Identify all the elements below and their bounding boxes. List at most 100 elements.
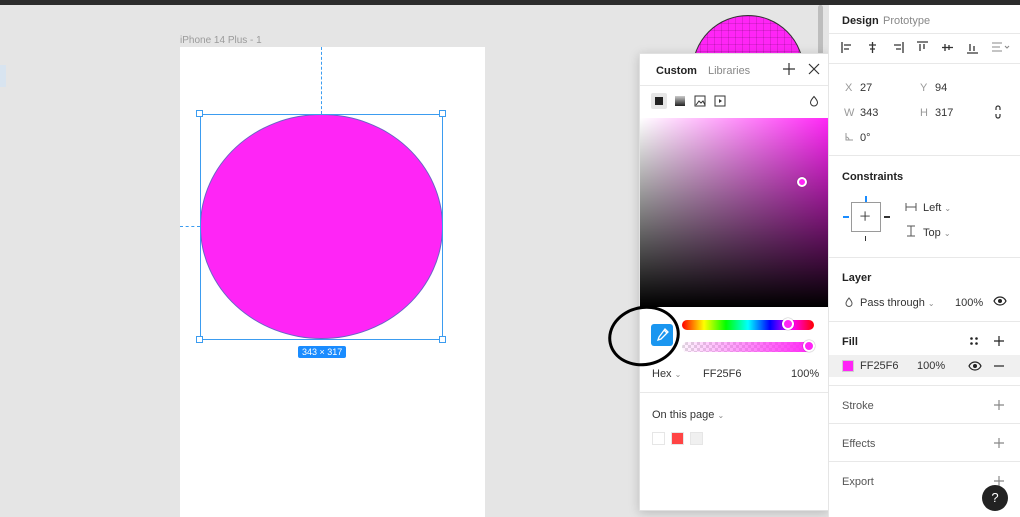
- x-input[interactable]: 27: [860, 82, 872, 94]
- on-this-page-label: On this page: [652, 409, 715, 421]
- image-fill-icon: [694, 95, 706, 107]
- eyedropper-button[interactable]: [651, 324, 673, 346]
- eye-icon[interactable]: [993, 295, 1007, 307]
- divider: [829, 155, 1020, 156]
- tab-libraries[interactable]: Libraries: [708, 65, 750, 77]
- fill-row[interactable]: FF25F6 100%: [829, 355, 1020, 377]
- y-input[interactable]: 94: [935, 82, 947, 94]
- divider: [829, 33, 1020, 34]
- constraint-widget[interactable]: [851, 202, 881, 232]
- image-fill-button[interactable]: [692, 93, 708, 109]
- divider: [829, 63, 1020, 64]
- divider: [829, 423, 1020, 424]
- chevron-down-icon: ⌄: [944, 204, 952, 213]
- hex-input[interactable]: FF25F6: [703, 368, 742, 380]
- vertical-guide: [321, 47, 322, 114]
- help-button[interactable]: ?: [982, 485, 1008, 511]
- divider: [829, 461, 1020, 462]
- constraint-top-marker[interactable]: [865, 196, 867, 202]
- layer-title: Layer: [842, 272, 872, 284]
- align-bottom-icon[interactable]: [966, 41, 979, 54]
- hue-slider[interactable]: [682, 320, 814, 330]
- divider: [829, 321, 1020, 322]
- selection-box: [200, 114, 443, 340]
- horizontal-guide: [180, 226, 200, 227]
- chevron-down-icon: ⌄: [674, 370, 682, 379]
- opacity-slider-thumb[interactable]: [803, 340, 815, 352]
- page-swatch-white[interactable]: [652, 432, 665, 445]
- constraints-title: Constraints: [842, 171, 904, 183]
- rotation-input[interactable]: 0°: [860, 132, 871, 144]
- constraint-right-marker[interactable]: [884, 216, 890, 218]
- fill-color-swatch[interactable]: [842, 360, 854, 372]
- plus-icon[interactable]: [782, 62, 796, 76]
- align-right-icon[interactable]: [891, 41, 904, 54]
- gradient-fill-button[interactable]: [672, 93, 688, 109]
- fill-type-row: [640, 86, 828, 116]
- align-left-icon[interactable]: [841, 41, 854, 54]
- constrain-proportions-icon[interactable]: [993, 104, 1003, 120]
- hue-slider-thumb[interactable]: [782, 318, 794, 330]
- resize-handle-bottom-left[interactable]: [196, 336, 203, 343]
- vertical-constraint-select[interactable]: Top ⌄: [923, 227, 951, 239]
- vertical-constraint-icon: [907, 225, 915, 237]
- layer-opacity-input[interactable]: 100%: [955, 297, 983, 309]
- stroke-title: Stroke: [842, 400, 874, 412]
- fill-hex-input[interactable]: FF25F6: [860, 360, 899, 372]
- color-thumb[interactable]: [797, 177, 807, 187]
- color-mode-label: Hex: [652, 368, 672, 380]
- horizontal-constraint-select[interactable]: Left ⌄: [923, 202, 951, 214]
- align-top-icon[interactable]: [916, 41, 929, 54]
- picker-header: Custom Libraries: [640, 54, 828, 86]
- styles-grid-icon[interactable]: [969, 336, 979, 346]
- eyedropper-icon: [656, 328, 669, 342]
- align-vertical-center-icon[interactable]: [941, 41, 954, 54]
- chevron-down-icon: ⌄: [943, 229, 951, 238]
- add-fill-icon[interactable]: [993, 335, 1005, 347]
- chevron-down-icon: ⌄: [927, 299, 935, 308]
- distribute-menu-icon[interactable]: [991, 41, 1011, 54]
- y-label: Y: [920, 82, 928, 94]
- add-stroke-icon[interactable]: [993, 399, 1005, 411]
- tab-prototype[interactable]: Prototype: [883, 15, 930, 27]
- add-effect-icon[interactable]: [993, 437, 1005, 449]
- saturation-brightness-picker[interactable]: [640, 118, 830, 307]
- size-badge: 343 × 317: [298, 346, 347, 358]
- close-icon[interactable]: [807, 62, 821, 76]
- align-horizontal-center-icon[interactable]: [866, 41, 879, 54]
- video-fill-button[interactable]: [712, 93, 728, 109]
- remove-fill-icon[interactable]: [993, 360, 1005, 372]
- eye-icon[interactable]: [968, 360, 982, 372]
- color-mode-select[interactable]: Hex ⌄: [652, 368, 681, 380]
- layer-highlight: [0, 65, 6, 87]
- divider: [640, 392, 830, 393]
- x-label: X: [845, 82, 853, 94]
- blend-drop-icon[interactable]: [808, 95, 820, 107]
- resize-handle-top-right[interactable]: [439, 110, 446, 117]
- w-input[interactable]: 343: [860, 107, 878, 119]
- resize-handle-bottom-right[interactable]: [439, 336, 446, 343]
- chevron-down-icon: ⌄: [717, 411, 725, 420]
- h-input[interactable]: 317: [935, 107, 953, 119]
- blend-mode-select[interactable]: Pass through ⌄: [860, 297, 935, 309]
- horizontal-constraint-icon: [905, 203, 917, 211]
- solid-fill-button[interactable]: [651, 93, 667, 109]
- constraint-bottom-marker[interactable]: [865, 236, 866, 241]
- page-swatch-gray[interactable]: [690, 432, 703, 445]
- opacity-slider[interactable]: [682, 342, 814, 352]
- design-panel: Design Prototype X 27 Y 94 W 343 H 317 0…: [828, 5, 1020, 517]
- canvas-scrollbar[interactable]: [818, 5, 823, 55]
- resize-handle-top-left[interactable]: [196, 110, 203, 117]
- fill-opacity-input[interactable]: 100%: [917, 360, 945, 372]
- gradient-fill-icon: [675, 96, 685, 106]
- tab-custom[interactable]: Custom: [656, 65, 697, 77]
- constraint-left-marker[interactable]: [843, 216, 849, 218]
- frame-label[interactable]: iPhone 14 Plus - 1: [180, 35, 262, 46]
- on-this-page-select[interactable]: On this page ⌄: [652, 409, 724, 421]
- divider: [829, 257, 1020, 258]
- page-swatch-red[interactable]: [671, 432, 684, 445]
- opacity-input[interactable]: 100%: [791, 368, 819, 380]
- constraint-cross-icon: [860, 211, 870, 221]
- tab-design[interactable]: Design: [842, 15, 879, 27]
- horizontal-constraint-value: Left: [923, 202, 942, 214]
